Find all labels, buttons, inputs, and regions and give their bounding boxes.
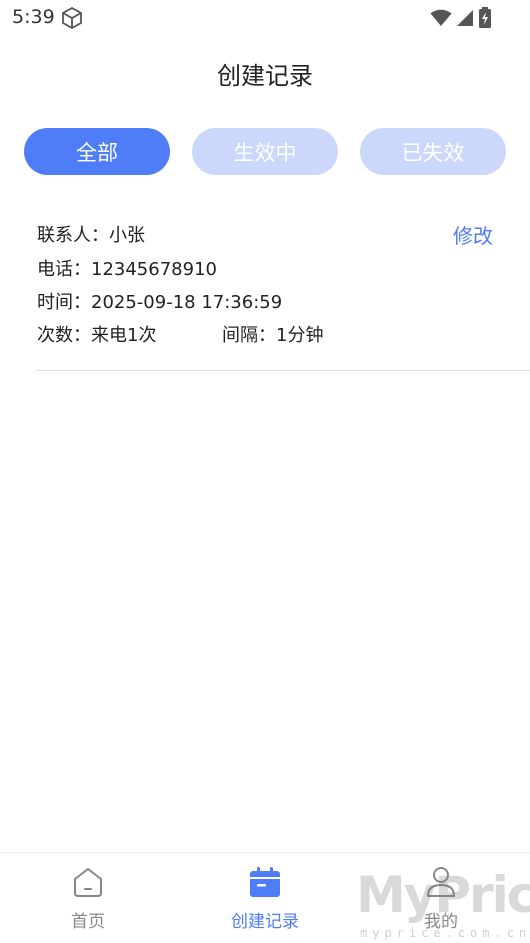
home-icon <box>74 868 102 897</box>
record-interval: 间隔：1分钟 <box>222 325 324 346</box>
record-count: 次数：来电1次 <box>37 325 157 346</box>
page-title: 创建记录 <box>217 62 313 90</box>
record-item: 联系人：小张 电话：12345678910 时间：2025-09-18 17:3… <box>37 215 530 371</box>
status-time: 5:39 <box>12 6 55 28</box>
calendar-icon <box>250 867 280 897</box>
cellular-signal-icon <box>457 10 473 26</box>
nav-home-label: 首页 <box>71 912 105 932</box>
record-time: 时间：2025-09-18 17:36:59 <box>37 292 283 313</box>
battery-icon <box>479 7 491 28</box>
cube-icon <box>62 7 82 29</box>
nav-create-records[interactable]: 创建记录 <box>200 865 330 932</box>
status-bar: 5:39 <box>0 0 530 36</box>
record-contact: 联系人：小张 <box>37 225 145 246</box>
bottom-nav: 首页 创建记录 我的 <box>0 852 530 943</box>
nav-mine-label: 我的 <box>424 912 458 932</box>
nav-home[interactable]: 首页 <box>23 865 153 932</box>
filter-tabs: 全部 生效中 已失效 <box>24 128 506 175</box>
tab-expired[interactable]: 已失效 <box>360 128 506 175</box>
tab-active[interactable]: 生效中 <box>192 128 338 175</box>
wifi-icon <box>430 9 452 26</box>
tab-all[interactable]: 全部 <box>24 128 170 175</box>
record-phone: 电话：12345678910 <box>37 259 217 280</box>
nav-mine[interactable]: 我的 <box>376 865 506 932</box>
person-icon <box>427 867 455 897</box>
edit-button[interactable]: 修改 <box>453 220 493 249</box>
nav-create-records-label: 创建记录 <box>231 912 299 932</box>
